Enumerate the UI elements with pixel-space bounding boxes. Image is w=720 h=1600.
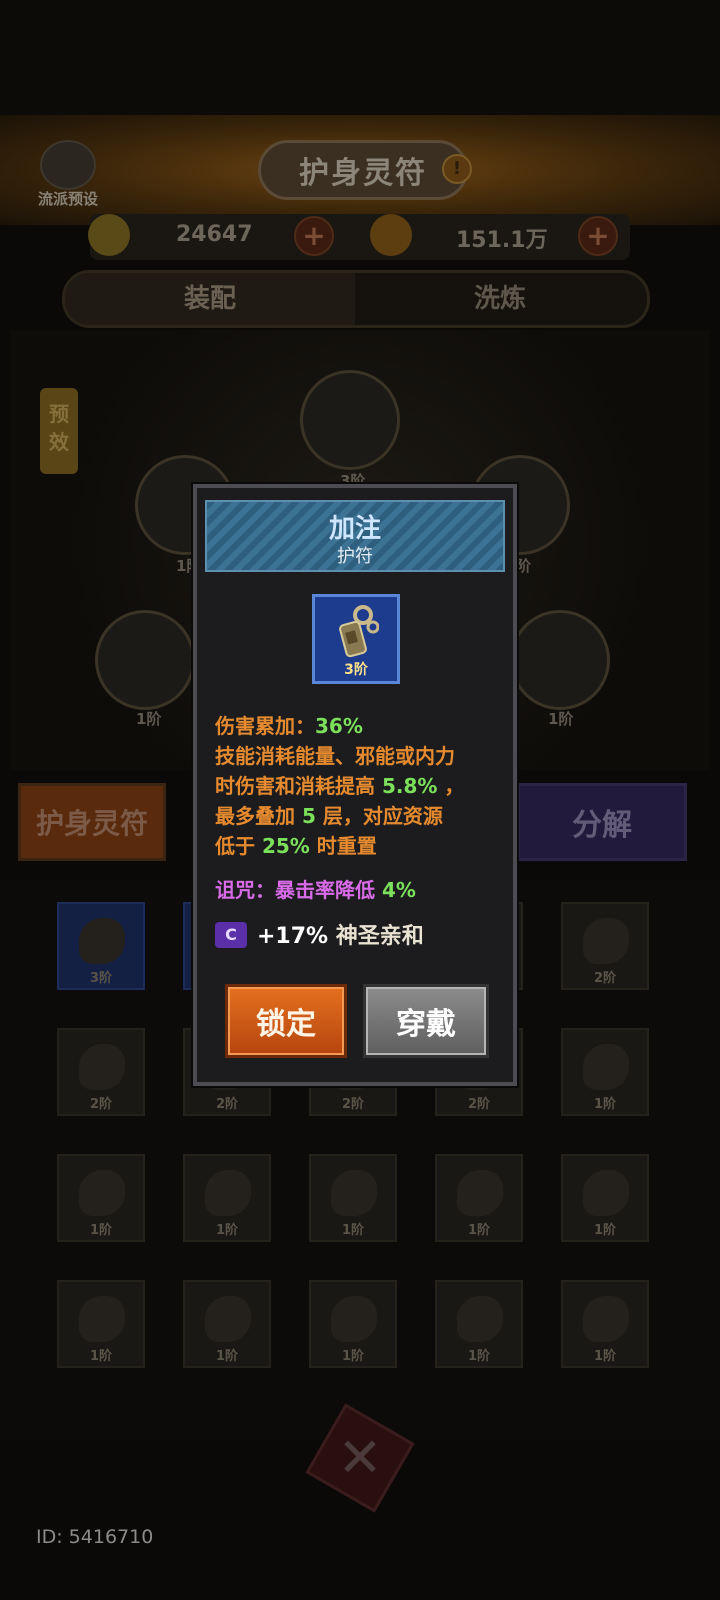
desc-line-3: 时伤害和消耗提高 5.8% ， — [215, 774, 465, 798]
inventory-cell-tier: 3阶 — [89, 971, 113, 986]
inventory-cell[interactable]: 1阶 — [309, 1154, 397, 1242]
player-id: ID: 5416710 — [36, 1526, 154, 1548]
item-icon-box: 3阶 — [312, 594, 400, 684]
inventory-cell[interactable]: 1阶 — [561, 1028, 649, 1116]
desc-line-5: 低于 25% 时重置 — [215, 834, 377, 858]
inventory-cell-tier: 2阶 — [467, 1097, 491, 1112]
inventory-cell-tier: 2阶 — [341, 1097, 365, 1112]
equipment-icon — [457, 1296, 503, 1342]
modal-header: 加注 护符 — [205, 500, 505, 572]
preset-button[interactable]: 流派预设 — [30, 140, 106, 210]
equipment-icon — [583, 1044, 629, 1090]
tab-refine[interactable]: 洗炼 — [355, 273, 645, 325]
equip-button[interactable]: 穿戴 — [363, 984, 489, 1058]
equipment-icon — [79, 1044, 125, 1090]
top-frame — [0, 0, 720, 120]
item-detail-modal: 加注 护符 3阶 伤害累加：36% 技能消耗能量、邪能或内力 时伤害和消耗提高 … — [193, 484, 517, 1086]
inventory-cell-tier: 1阶 — [341, 1349, 365, 1364]
inventory-cell[interactable]: 1阶 — [561, 1280, 649, 1368]
equipment-icon — [205, 1170, 251, 1216]
inventory-cell-tier: 1阶 — [89, 1223, 113, 1238]
slot-bottom-right-tier: 1阶 — [548, 710, 574, 728]
inventory-cell-tier: 1阶 — [215, 1223, 239, 1238]
desc-line-1: 伤害累加：36% — [215, 714, 363, 738]
close-icon: ✕ — [337, 1426, 383, 1489]
item-tier: 3阶 — [344, 662, 368, 678]
inventory-cell[interactable]: 1阶 — [435, 1280, 523, 1368]
modal-title: 加注 — [328, 514, 381, 544]
inventory-cell-tier: 1阶 — [89, 1349, 113, 1364]
inventory-cell[interactable]: 3阶 — [57, 902, 145, 990]
equipment-icon — [331, 1170, 377, 1216]
inventory-cell[interactable]: 1阶 — [57, 1280, 145, 1368]
slot-bottom-left[interactable] — [95, 610, 195, 710]
desc-line-4: 最多叠加 5 层，对应资源 — [215, 804, 443, 828]
inventory-cell-tier: 2阶 — [89, 1097, 113, 1112]
equipment-icon — [79, 1170, 125, 1216]
inventory-cell[interactable]: 1阶 — [183, 1154, 271, 1242]
equipment-icon — [583, 918, 629, 964]
inventory-cell-tier: 2阶 — [215, 1097, 239, 1112]
equipment-icon — [79, 1296, 125, 1342]
tab-bar: 装配 洗炼 — [62, 270, 650, 328]
lock-button[interactable]: 锁定 — [225, 984, 347, 1058]
resource-bar — [90, 214, 630, 260]
affix-rank-badge: C — [215, 922, 247, 948]
preview-tag[interactable]: 预效 — [40, 388, 78, 474]
inventory-cell-tier: 1阶 — [593, 1097, 617, 1112]
preset-icon — [40, 140, 96, 190]
inventory-cell[interactable]: 1阶 — [561, 1154, 649, 1242]
slot-mid-right-tier: 阶 — [516, 557, 532, 575]
inventory-cell[interactable]: 1阶 — [57, 1154, 145, 1242]
inventory-cell[interactable]: 1阶 — [309, 1280, 397, 1368]
amulet-button[interactable]: 护身灵符 — [18, 783, 166, 861]
inventory-cell[interactable]: 2阶 — [561, 902, 649, 990]
equipment-icon — [205, 1296, 251, 1342]
gold-coin-icon — [370, 214, 412, 256]
equipment-icon — [79, 918, 125, 964]
inventory-cell-tier: 2阶 — [593, 971, 617, 986]
equipment-icon — [583, 1170, 629, 1216]
add-currency1-button[interactable]: + — [294, 216, 334, 256]
info-icon[interactable]: ! — [442, 154, 472, 184]
curse-line: 诅咒：暴击率降低 4% — [215, 878, 416, 902]
affix-line: +17% 神圣亲和 — [257, 924, 424, 949]
amulet-icon — [339, 605, 379, 658]
desc-line-2: 技能消耗能量、邪能或内力 — [215, 744, 455, 768]
equipment-icon — [583, 1296, 629, 1342]
slot-bottom-left-tier: 1阶 — [136, 710, 162, 728]
inventory-cell-tier: 1阶 — [593, 1349, 617, 1364]
page-title: 护身灵符 — [258, 140, 468, 200]
preset-label: 流派预设 — [37, 190, 98, 208]
currency1-value: 24647 — [176, 222, 253, 247]
inventory-cell[interactable]: 1阶 — [435, 1154, 523, 1242]
modal-subtitle: 护符 — [337, 546, 373, 567]
inventory-cell-tier: 1阶 — [215, 1349, 239, 1364]
slot-top[interactable] — [300, 370, 400, 470]
tab-equip[interactable]: 装配 — [65, 273, 355, 325]
decompose-button[interactable]: 分解 — [517, 783, 687, 861]
inventory-cell-tier: 1阶 — [467, 1223, 491, 1238]
add-currency2-button[interactable]: + — [578, 216, 618, 256]
currency2-value: 151.1万 — [456, 228, 548, 253]
ghost-currency-icon — [88, 214, 130, 256]
inventory-cell-tier: 1阶 — [467, 1349, 491, 1364]
equipment-icon — [331, 1296, 377, 1342]
inventory-cell[interactable]: 1阶 — [183, 1280, 271, 1368]
inventory-cell-tier: 1阶 — [593, 1223, 617, 1238]
inventory-cell[interactable]: 2阶 — [57, 1028, 145, 1116]
equipment-icon — [457, 1170, 503, 1216]
inventory-cell-tier: 1阶 — [341, 1223, 365, 1238]
slot-bottom-right[interactable] — [510, 610, 610, 710]
